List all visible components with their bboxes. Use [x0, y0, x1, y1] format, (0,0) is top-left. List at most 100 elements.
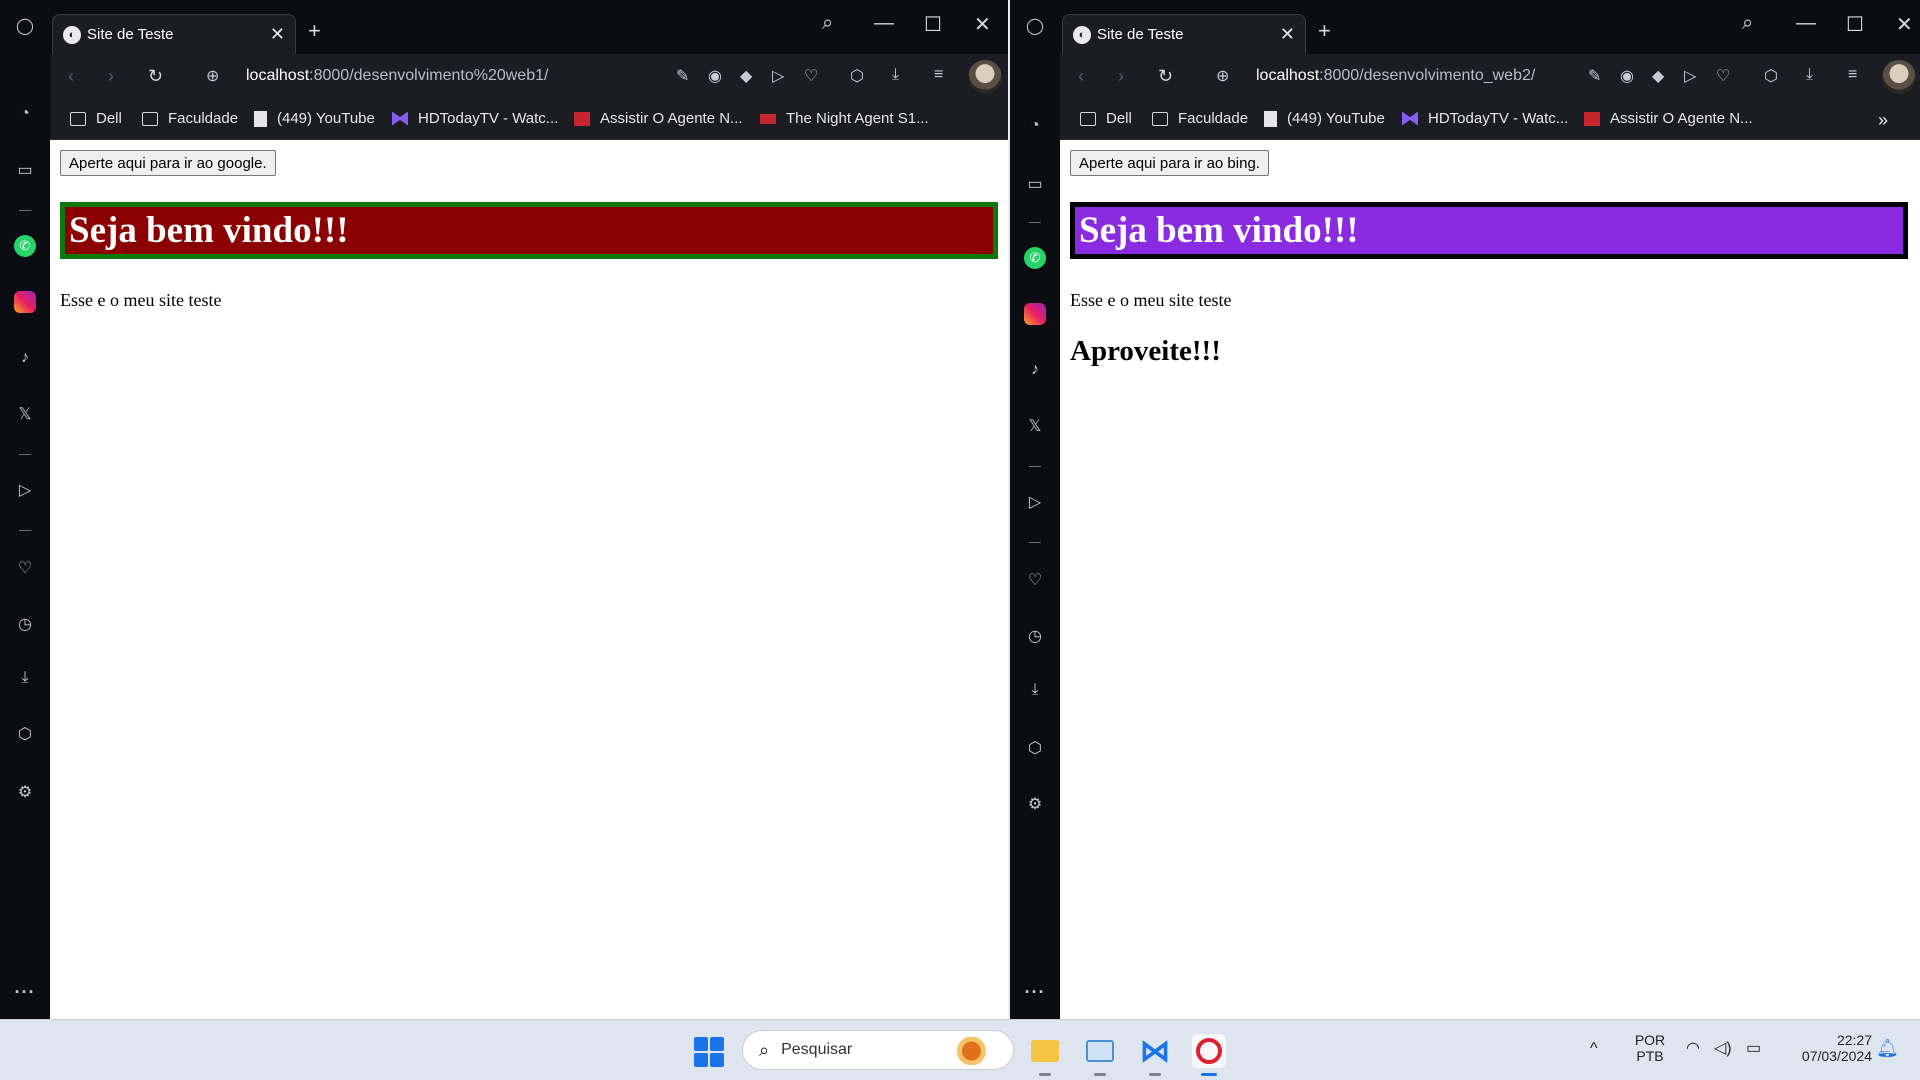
- favorites-heart-icon[interactable]: ♡: [1023, 568, 1047, 592]
- tiktok-icon[interactable]: ♪: [13, 346, 37, 370]
- browser-sidebar: ◯ ◔ ▭ ✆ ♪ 𝕏 ▷ ♡ ◷ ⤓ ⬡ ⚙ ···: [0, 0, 50, 1019]
- player-icon[interactable]: ▷: [13, 478, 37, 502]
- file-explorer-icon[interactable]: [1028, 1034, 1062, 1076]
- download-icon[interactable]: ⤓: [892, 66, 899, 84]
- bookmark-night-agent[interactable]: The Night Agent S1...: [760, 110, 929, 127]
- start-windows-icon[interactable]: [694, 1037, 724, 1067]
- site-info-globe-icon[interactable]: ⊕: [206, 66, 219, 86]
- tab-active[interactable]: ◐ Site de Teste ✕: [52, 14, 296, 54]
- opera-logo-icon[interactable]: ◯: [13, 14, 37, 38]
- edit-icon[interactable]: ✎: [1588, 66, 1601, 86]
- new-tab-icon[interactable]: +: [1318, 18, 1331, 44]
- bookmark-hdtodaytv[interactable]: HDTodayTV - Watc...: [392, 110, 558, 127]
- maximize-icon[interactable]: ☐: [924, 12, 942, 37]
- bookmark-faculdade[interactable]: Faculdade: [1152, 110, 1248, 127]
- vscode-icon[interactable]: ⋈: [1138, 1034, 1172, 1076]
- bookmark-youtube[interactable]: (449) YouTube: [1264, 110, 1385, 127]
- bookmark-dell[interactable]: Dell: [1080, 110, 1132, 127]
- bookmark-agente[interactable]: Assistir O Agente N...: [574, 110, 743, 127]
- bookmark-heart-icon[interactable]: ♡: [1716, 66, 1730, 86]
- whatsapp-icon[interactable]: ✆: [13, 234, 37, 258]
- x-twitter-icon[interactable]: 𝕏: [1023, 414, 1047, 438]
- reload-icon[interactable]: ↻: [148, 66, 163, 87]
- minimize-icon[interactable]: —: [1796, 12, 1816, 35]
- bookmark-heart-icon[interactable]: ♡: [804, 66, 818, 86]
- url-field[interactable]: localhost:8000/desenvolvimento_web2/: [1256, 67, 1535, 85]
- more-dots-icon[interactable]: ···: [1023, 982, 1047, 1003]
- maximize-icon[interactable]: ☐: [1846, 12, 1864, 37]
- site-icon: [760, 113, 776, 124]
- task-manager-icon[interactable]: [1083, 1034, 1117, 1076]
- bookmark-youtube[interactable]: (449) YouTube: [254, 110, 375, 127]
- wifi-icon[interactable]: ◠: [1686, 1038, 1700, 1058]
- tab-active[interactable]: ◐ Site de Teste ✕: [1062, 14, 1306, 54]
- workspaces-icon[interactable]: ▭: [1023, 172, 1047, 196]
- notification-bell-icon[interactable]: 🔔︎: [1876, 1038, 1899, 1059]
- more-dots-icon[interactable]: ···: [13, 982, 37, 1003]
- speed-dial-icon[interactable]: ◔: [13, 102, 37, 126]
- downloads-icon[interactable]: ⤓: [1023, 678, 1047, 702]
- volume-icon[interactable]: ◁): [1714, 1038, 1732, 1058]
- extensions-cube-icon[interactable]: ⬡: [1023, 736, 1047, 760]
- instagram-icon[interactable]: [1023, 302, 1047, 326]
- extensions-cube-icon[interactable]: ⬡: [13, 722, 37, 746]
- new-tab-icon[interactable]: +: [308, 18, 321, 44]
- show-hidden-icons-chevron[interactable]: ^: [1590, 1040, 1598, 1058]
- snapshot-camera-icon[interactable]: ◉: [1620, 66, 1634, 86]
- extensions-icon[interactable]: ⬡: [1764, 66, 1778, 86]
- downloads-icon[interactable]: ⤓: [13, 666, 37, 690]
- tab-close-icon[interactable]: ✕: [1280, 24, 1295, 45]
- close-window-icon[interactable]: ✕: [1896, 12, 1913, 37]
- profile-avatar[interactable]: [968, 60, 1002, 94]
- url-field[interactable]: localhost:8000/desenvolvimento%20web1/: [246, 67, 548, 85]
- opera-browser-icon[interactable]: [1192, 1034, 1226, 1076]
- forward-icon[interactable]: ›: [1118, 66, 1124, 87]
- site-info-globe-icon[interactable]: ⊕: [1216, 66, 1229, 86]
- bing-button[interactable]: Aperte aqui para ir ao bing.: [1070, 150, 1269, 176]
- adblock-shield-icon[interactable]: ◆: [740, 66, 752, 86]
- download-icon[interactable]: ⤓: [1806, 66, 1813, 84]
- reload-icon[interactable]: ↻: [1158, 66, 1173, 87]
- search-tabs-icon[interactable]: ⌕: [1742, 12, 1753, 35]
- whatsapp-icon[interactable]: ✆: [1023, 246, 1047, 270]
- battery-icon[interactable]: ▭: [1746, 1038, 1761, 1058]
- player-icon[interactable]: ▷: [1023, 490, 1047, 514]
- easy-setup-icon[interactable]: ≡: [934, 66, 943, 84]
- favorites-heart-icon[interactable]: ♡: [13, 556, 37, 580]
- snapshot-camera-icon[interactable]: ◉: [708, 66, 722, 86]
- send-icon[interactable]: ▷: [1684, 66, 1696, 86]
- search-highlight-image: [949, 1037, 1005, 1065]
- google-button[interactable]: Aperte aqui para ir ao google.: [60, 150, 276, 176]
- settings-gear-icon[interactable]: ⚙: [13, 780, 37, 804]
- taskbar-search[interactable]: ⌕ Pesquisar: [742, 1030, 1014, 1070]
- clock[interactable]: 22:27 07/03/2024: [1782, 1032, 1872, 1064]
- history-clock-icon[interactable]: ◷: [13, 612, 37, 636]
- close-window-icon[interactable]: ✕: [974, 12, 991, 37]
- adblock-shield-icon[interactable]: ◆: [1652, 66, 1664, 86]
- workspaces-icon[interactable]: ▭: [13, 158, 37, 182]
- profile-avatar[interactable]: [1882, 60, 1916, 94]
- tiktok-icon[interactable]: ♪: [1023, 358, 1047, 382]
- x-twitter-icon[interactable]: 𝕏: [13, 402, 37, 426]
- easy-setup-icon[interactable]: ≡: [1848, 66, 1857, 84]
- back-icon[interactable]: ‹: [1078, 66, 1084, 87]
- bookmark-hdtodaytv[interactable]: HDTodayTV - Watc...: [1402, 110, 1568, 127]
- bookmark-faculdade[interactable]: Faculdade: [142, 110, 238, 127]
- opera-logo-icon[interactable]: ◯: [1023, 14, 1047, 38]
- bookmark-agente[interactable]: Assistir O Agente N...: [1584, 110, 1753, 127]
- minimize-icon[interactable]: —: [874, 12, 894, 35]
- forward-icon[interactable]: ›: [108, 66, 114, 87]
- back-icon[interactable]: ‹: [68, 66, 74, 87]
- instagram-icon[interactable]: [13, 290, 37, 314]
- edit-icon[interactable]: ✎: [676, 66, 689, 86]
- bookmark-dell[interactable]: Dell: [70, 110, 122, 127]
- send-icon[interactable]: ▷: [772, 66, 784, 86]
- extensions-icon[interactable]: ⬡: [850, 66, 864, 86]
- history-clock-icon[interactable]: ◷: [1023, 624, 1047, 648]
- more-bookmarks-chevron-icon[interactable]: »: [1878, 110, 1888, 131]
- settings-gear-icon[interactable]: ⚙: [1023, 792, 1047, 816]
- search-tabs-icon[interactable]: ⌕: [822, 12, 833, 35]
- speed-dial-icon[interactable]: ◔: [1023, 114, 1047, 138]
- language-indicator[interactable]: POR PTB: [1630, 1032, 1670, 1064]
- tab-close-icon[interactable]: ✕: [270, 24, 285, 45]
